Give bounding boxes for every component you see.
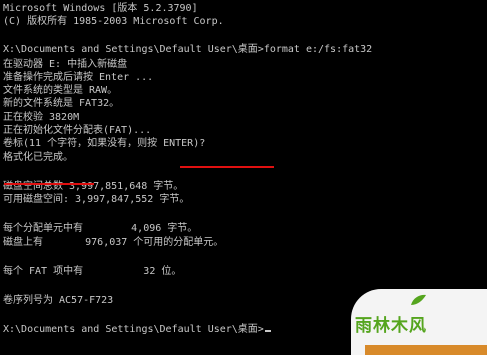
console-line-insert-disk: 在驱动器 E: 中插入新磁盘 [3,59,128,70]
console-line-format-command: X:\Documents and Settings\Default User\桌… [3,44,373,55]
annotation-underline-complete [4,183,94,185]
console-line-fs-type: 文件系统的类型是 RAW。 [3,85,118,96]
annotation-underline-enter [180,166,274,168]
leaf-icon [411,294,426,305]
console-line-press-enter: 准备操作完成后请按 Enter ... [3,72,154,83]
console-prompt: X:\Documents and Settings\Default User\桌… [3,324,264,335]
watermark-logo: 雨林木风 [351,289,487,355]
console-line-verifying: 正在校验 3820M [3,112,80,123]
console-line-free-space: 可用磁盘空间: 3,997,847,552 字节。 [3,194,190,205]
watermark-text: 雨林木风 [355,316,427,336]
console-line-copyright: (C) 版权所有 1985-2003 Microsoft Corp. [3,16,224,27]
watermark-bar [365,345,487,355]
console-line-volume-label: 卷标(11 个字符，如果没有，则按 ENTER)? [3,138,206,149]
console-line-fat-bits: 每个 FAT 项中有 32 位。 [3,266,182,277]
console-line-serial: 卷序列号为 AC57-F723 [3,295,114,306]
console-line-free-units: 磁盘上有 976,037 个可用的分配单元。 [3,237,224,248]
console-line-unit-size: 每个分配单元中有 4,096 字节。 [3,223,198,234]
text-cursor [264,330,271,332]
command-prompt-window[interactable]: Microsoft Windows [版本 5.2.3790] (C) 版权所有… [0,0,487,355]
console-line-version: Microsoft Windows [版本 5.2.3790] [3,3,198,14]
console-line-total-space: 磁盘空间总数 3,997,851,648 字节。 [3,181,184,192]
console-line-format-complete: 格式化已完成。 [3,152,73,163]
console-line-init-fat: 正在初始化文件分配表(FAT)... [3,125,152,136]
console-prompt-line[interactable]: X:\Documents and Settings\Default User\桌… [3,323,271,336]
console-line-new-fs: 新的文件系统是 FAT32。 [3,98,120,109]
